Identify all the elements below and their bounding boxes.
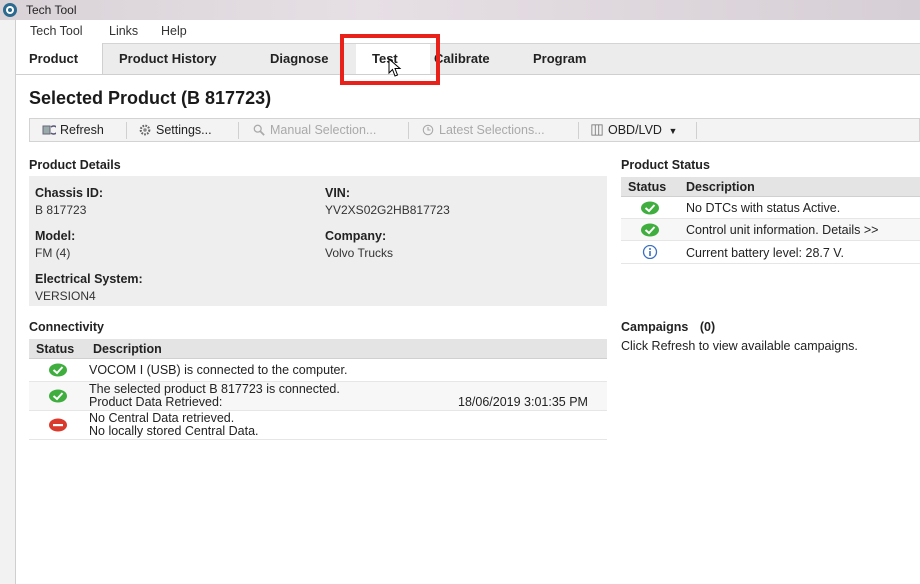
toolbar-separator (696, 122, 697, 139)
mouse-cursor-icon (388, 58, 402, 77)
tab-product[interactable]: Product (29, 51, 78, 66)
settings-button[interactable]: Settings... (138, 123, 212, 137)
campaigns-count: (0) (699, 320, 716, 334)
magnifier-icon (253, 124, 265, 136)
description-column-header: Description (686, 180, 755, 194)
window-title: Tech Tool (26, 3, 77, 17)
tab-program[interactable]: Program (533, 51, 586, 66)
title-bar: Tech Tool (0, 0, 920, 20)
latest-selections-label: Latest Selections... (439, 123, 545, 137)
table-row: VOCOM I (USB) is connected to the comput… (29, 359, 607, 382)
campaigns-message: Click Refresh to view available campaign… (621, 339, 858, 353)
vin-value: YV2XS02G2HB817723 (325, 203, 450, 217)
connectivity-subtext: No locally stored Central Data. (89, 424, 259, 438)
product-status-title: Product Status (621, 158, 710, 172)
tab-diagnose[interactable]: Diagnose (270, 51, 329, 66)
connectivity-text: No Central Data retrieved. (89, 411, 235, 425)
retrieved-timestamp: 18/06/2019 3:01:35 PM (458, 395, 588, 409)
obd-lvd-label: OBD/LVD (608, 123, 662, 137)
menu-help[interactable]: Help (161, 24, 187, 38)
product-status-header: Status Description (621, 177, 920, 197)
refresh-button[interactable]: Refresh (42, 123, 104, 137)
connectivity-header: Status Description (29, 339, 607, 359)
menu-bar: Tech Tool Links Help (16, 20, 920, 42)
ok-check-icon (49, 363, 67, 377)
campaigns-label: Campaigns (621, 320, 689, 334)
caret-down-icon: ▼ (668, 126, 678, 136)
gear-icon (139, 124, 151, 136)
info-icon (642, 245, 658, 259)
app-logo-icon (3, 3, 17, 17)
status-text: No DTCs with status Active. (686, 201, 841, 215)
description-column-header: Description (93, 342, 162, 356)
table-row: The selected product B 817723 is connect… (29, 382, 607, 411)
tab-product-history[interactable]: Product History (119, 51, 217, 66)
toolbar-separator (578, 122, 579, 139)
connectivity-text: VOCOM I (USB) is connected to the comput… (89, 363, 348, 377)
status-column-header: Status (628, 180, 667, 194)
manual-selection-button[interactable]: Manual Selection... (252, 123, 376, 137)
manual-selection-label: Manual Selection... (270, 123, 377, 137)
table-row: No Central Data retrieved. No locally st… (29, 411, 607, 440)
table-row: Current battery level: 28.7 V. (621, 241, 920, 264)
table-row[interactable]: Control unit information. Details >> (621, 219, 920, 241)
menu-links[interactable]: Links (109, 24, 138, 38)
connectivity-text: The selected product B 817723 is connect… (89, 382, 340, 396)
electrical-system-value: VERSION4 (35, 289, 96, 303)
toolbar-separator (238, 122, 239, 139)
menu-tech-tool[interactable]: Tech Tool (30, 24, 83, 38)
refresh-icon (42, 125, 56, 135)
status-text[interactable]: Control unit information. Details >> (686, 223, 878, 237)
error-stop-icon (49, 418, 67, 432)
product-details-panel (29, 176, 607, 306)
company-value: Volvo Trucks (325, 246, 394, 260)
obd-lvd-dropdown[interactable]: OBD/LVD ▼ (590, 123, 677, 137)
chassis-id-value: B 817723 (35, 203, 87, 217)
status-column-header: Status (36, 342, 75, 356)
campaigns-title: Campaigns (0) (621, 320, 715, 334)
toolbar-separator (126, 122, 127, 139)
grid-icon (591, 124, 603, 136)
clock-icon (422, 124, 434, 136)
ok-check-icon (49, 389, 67, 403)
table-row: No DTCs with status Active. (621, 197, 920, 219)
product-details-title: Product Details (29, 158, 121, 172)
status-text: Current battery level: 28.7 V. (686, 246, 844, 260)
toolbar: Refresh Settings... Manual Selection... … (29, 118, 920, 142)
page-title: Selected Product (B 817723) (29, 88, 272, 108)
model-value: FM (4) (35, 246, 71, 260)
tab-calibrate[interactable]: Calibrate (434, 51, 490, 66)
connectivity-subtext: Product Data Retrieved: (89, 395, 223, 409)
ok-check-icon (641, 201, 659, 215)
toolbar-separator (408, 122, 409, 139)
connectivity-title: Connectivity (29, 320, 105, 334)
refresh-label: Refresh (60, 123, 104, 137)
vin-label: VIN: (325, 186, 350, 200)
ok-check-icon (641, 223, 659, 237)
latest-selections-button[interactable]: Latest Selections... (421, 123, 545, 137)
company-label: Company: (325, 229, 387, 243)
model-label: Model: (35, 229, 76, 243)
left-frame (0, 20, 16, 584)
settings-label: Settings... (156, 123, 212, 137)
electrical-system-label: Electrical System: (35, 272, 143, 286)
chassis-id-label: Chassis ID: (35, 186, 104, 200)
